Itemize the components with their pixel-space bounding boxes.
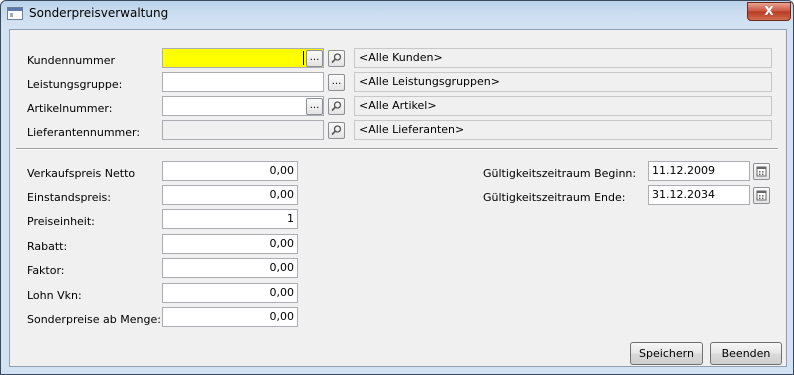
dialog-content: Kundennummer ... <Alle Kunden> Leistungs… xyxy=(9,29,787,367)
discount-input[interactable]: 0,00 xyxy=(162,234,298,254)
customer-search-button[interactable] xyxy=(328,50,345,67)
price-unit-label: Preiseinheit: xyxy=(27,215,95,228)
window-title: Sonderpreisverwaltung xyxy=(29,6,169,20)
net-sales-price-label: Verkaufspreis Netto xyxy=(27,167,136,180)
customer-number-input[interactable] xyxy=(162,48,324,68)
article-search-button[interactable] xyxy=(328,98,345,115)
article-number-input[interactable] xyxy=(162,96,324,116)
close-window-button[interactable]: X xyxy=(747,2,791,21)
article-number-label: Artikelnummer: xyxy=(27,102,113,115)
discount-label: Rabatt: xyxy=(27,240,68,253)
customer-browse-button[interactable]: ... xyxy=(306,50,323,67)
wage-sales-label: Lohn Vkn: xyxy=(27,289,82,302)
factor-label: Faktor: xyxy=(27,264,65,277)
calendar-icon xyxy=(756,166,767,177)
supplier-number-input[interactable] xyxy=(162,120,324,140)
special-price-quantity-label: Sonderpreise ab Menge: xyxy=(27,313,161,326)
validity-end-input[interactable]: 31.12.2034 xyxy=(648,185,750,205)
title-bar[interactable]: Sonderpreisverwaltung X xyxy=(1,1,793,27)
cost-price-input[interactable]: 0,00 xyxy=(162,185,298,205)
dialog-window: Sonderpreisverwaltung X Kundennummer ...… xyxy=(0,0,794,375)
validity-end-calendar-button[interactable] xyxy=(753,187,770,204)
service-group-browse-button[interactable]: ... xyxy=(328,74,345,91)
wage-sales-input[interactable]: 0,00 xyxy=(162,283,298,303)
search-icon xyxy=(331,101,342,112)
validity-start-input[interactable]: 11.12.2009 xyxy=(648,161,750,181)
exit-button[interactable]: Beenden xyxy=(710,342,782,365)
price-unit-input[interactable]: 1 xyxy=(162,209,298,229)
article-browse-button[interactable]: ... xyxy=(306,98,323,115)
validity-end-label: Gültigkeitszeitraum Ende: xyxy=(483,191,626,204)
calendar-icon xyxy=(756,190,767,201)
factor-input[interactable]: 0,00 xyxy=(162,258,298,278)
service-group-label: Leistungsgruppe: xyxy=(27,78,123,91)
save-button[interactable]: Speichern xyxy=(630,342,703,365)
validity-start-calendar-button[interactable] xyxy=(753,163,770,180)
article-description: <Alle Artikel> xyxy=(354,96,772,116)
customer-description: <Alle Kunden> xyxy=(354,48,772,68)
supplier-number-label: Lieferantennummer: xyxy=(27,126,141,139)
supplier-search-button[interactable] xyxy=(328,122,345,139)
net-sales-price-input[interactable]: 0,00 xyxy=(162,161,298,181)
special-price-quantity-input[interactable]: 0,00 xyxy=(162,307,298,327)
search-icon xyxy=(331,53,342,64)
cost-price-label: Einstandspreis: xyxy=(27,191,111,204)
supplier-description: <Alle Lieferanten> xyxy=(354,120,772,140)
validity-start-label: Gültigkeitszeitraum Beginn: xyxy=(483,167,637,180)
service-group-description: <Alle Leistungsgruppen> xyxy=(354,72,772,92)
section-divider xyxy=(16,148,778,150)
search-icon xyxy=(331,125,342,136)
text-cursor xyxy=(303,51,304,65)
window-icon xyxy=(7,7,23,20)
service-group-input[interactable] xyxy=(162,72,324,92)
customer-number-label: Kundennummer xyxy=(27,54,115,67)
